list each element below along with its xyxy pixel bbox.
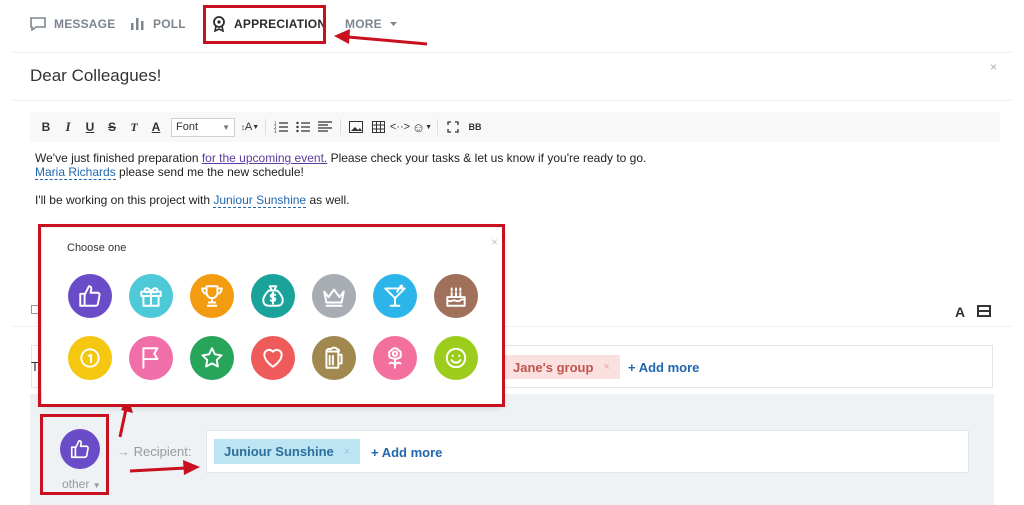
close-icon[interactable]: × (990, 60, 997, 74)
divider (340, 119, 341, 135)
badge-highlight (40, 414, 109, 495)
divider (12, 100, 1012, 101)
smile-icon: ☺ (411, 119, 426, 135)
svg-text:3: 3 (274, 129, 277, 133)
table-icon (371, 121, 385, 133)
numbered-list-icon: 1 2 3 (274, 121, 288, 133)
popup-highlight (38, 224, 505, 407)
post-type-tabs: MESSAGE POLL APPRECIATION MORE (0, 0, 1024, 48)
editor-line: We've just finished preparation for the … (35, 151, 646, 165)
divider (265, 119, 266, 135)
align-button[interactable] (314, 116, 336, 138)
font-select[interactable]: Font ▼ (171, 117, 235, 137)
event-link[interactable]: for the upcoming event. (202, 151, 327, 165)
text-format-toggle[interactable]: A (955, 304, 965, 320)
group-tag: Jane's group × (503, 355, 620, 379)
chevron-down-icon (389, 21, 397, 26)
bbcode-button[interactable]: BB (464, 116, 486, 138)
divider (12, 52, 1012, 53)
mention-maria-richards[interactable]: Maria Richards (35, 165, 116, 180)
bullet-list-button[interactable] (292, 116, 314, 138)
editor-line: I'll be working on this project with Jun… (35, 193, 646, 208)
tab-poll-label: POLL (153, 17, 186, 31)
poll-icon (131, 18, 144, 30)
group-tag-label: Jane's group (513, 359, 594, 375)
insert-image-button[interactable] (345, 116, 367, 138)
editor-text: I'll be working on this project with (35, 193, 214, 207)
tab-poll[interactable]: POLL (131, 14, 186, 34)
divider (437, 119, 438, 135)
remove-tag-icon[interactable]: × (344, 446, 350, 458)
arrow-right-icon: → (117, 444, 130, 459)
annotation-arrow-to-tab (334, 29, 428, 46)
insert-table-button[interactable] (367, 116, 389, 138)
annotation-arrow-right (129, 460, 200, 475)
mention-juniour-sunshine[interactable]: Juniour Sunshine (213, 193, 307, 208)
fullscreen-button[interactable] (442, 116, 464, 138)
strikethrough-button[interactable]: S (101, 116, 123, 138)
editor-text: as well. (306, 193, 350, 207)
fullscreen-icon (447, 121, 459, 133)
italic-button[interactable]: I (57, 116, 79, 138)
message-icon (30, 17, 46, 31)
recipient-tag: Juniour Sunshine × (214, 439, 361, 464)
recipient-add-more-button[interactable]: + Add more (371, 445, 442, 460)
editor-line: Maria Richards please send me the new sc… (35, 165, 646, 180)
recipient-label-text: Recipient: (133, 444, 192, 459)
bbcode-icon: BB (468, 122, 482, 132)
editor-text: We've just finished preparation (35, 151, 202, 165)
tab-message[interactable]: MESSAGE (30, 14, 115, 34)
post-title[interactable]: Dear Colleagues! (30, 66, 161, 86)
editor-text: please send me the new schedule! (115, 165, 304, 179)
tab-message-label: MESSAGE (54, 17, 116, 31)
appreciation-tab-highlight (203, 5, 326, 44)
editor-text: Please check your tasks & let us know if… (327, 151, 647, 165)
insert-code-button[interactable]: <··> (389, 116, 411, 138)
code-icon: <··> (389, 121, 411, 133)
chevron-down-icon: ▼ (222, 122, 230, 132)
underline-button[interactable]: U (79, 116, 101, 138)
panel-toggle-icon[interactable] (977, 305, 991, 317)
numbered-list-button[interactable]: 1 2 3 (270, 116, 292, 138)
insert-emoji-button[interactable]: ☺ ▼ (411, 116, 433, 138)
message-editor[interactable]: We've just finished preparation for the … (35, 151, 646, 208)
add-more-button[interactable]: + Add more (628, 360, 699, 375)
font-size-button[interactable]: ↕ A ▼ (239, 116, 261, 138)
text-color-button[interactable]: A (145, 116, 167, 138)
font-size-label: A (244, 121, 253, 133)
clear-format-button[interactable]: T (123, 116, 145, 138)
bold-button[interactable]: B (35, 116, 57, 138)
align-icon (318, 121, 332, 132)
recipient-label: → Recipient: (117, 444, 191, 459)
image-icon (349, 121, 363, 133)
bullet-list-icon (296, 121, 310, 133)
recipient-tag-label: Juniour Sunshine (224, 444, 334, 459)
remove-tag-icon[interactable]: × (603, 361, 609, 373)
font-select-value: Font (176, 121, 199, 133)
editor-toolbar: B I U S T A Font ▼ ↕ A ▼ 1 2 3 <··> ☺ ▼ … (30, 112, 1000, 142)
